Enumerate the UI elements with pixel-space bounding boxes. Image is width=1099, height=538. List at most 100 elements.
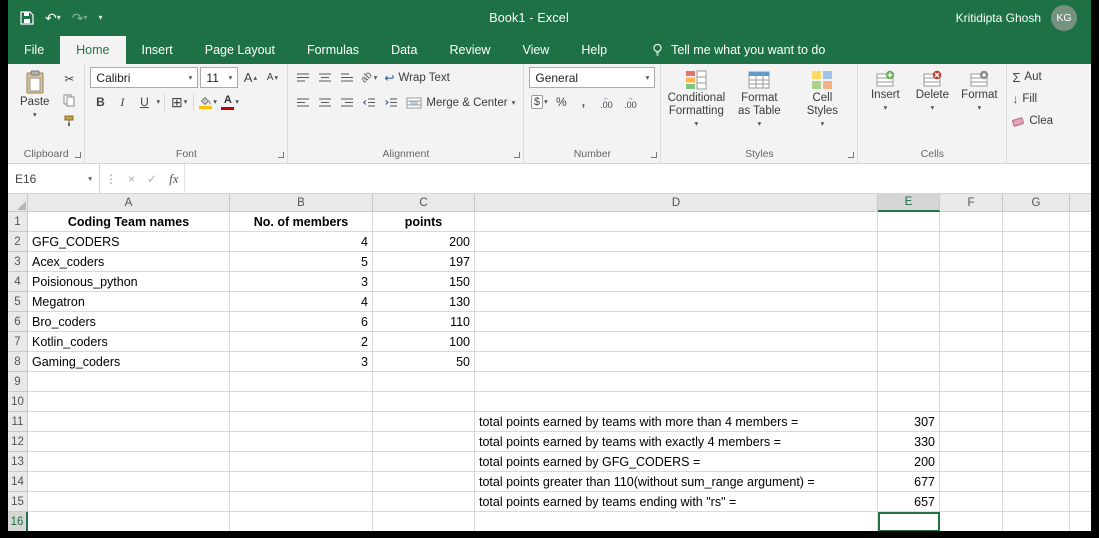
row-header-3[interactable]: 3 <box>8 252 28 272</box>
clipboard-dialog-launcher-icon[interactable] <box>75 152 81 158</box>
cell-styles-button[interactable]: Cell Styles ▾ <box>792 67 852 131</box>
tab-data[interactable]: Data <box>375 36 433 64</box>
percent-style-button[interactable]: % <box>551 92 571 112</box>
middle-align-button[interactable] <box>315 68 335 88</box>
number-format-select[interactable]: General ▾ <box>529 67 655 88</box>
row-header-14[interactable]: 14 <box>8 472 28 492</box>
row-header-13[interactable]: 13 <box>8 452 28 472</box>
cell-C14[interactable] <box>373 472 475 492</box>
cell-D13[interactable]: total points earned by GFG_CODERS = <box>475 452 878 472</box>
cell-C13[interactable] <box>373 452 475 472</box>
cancel-entry-button[interactable]: × <box>122 164 141 193</box>
cell-D14[interactable]: total points greater than 110(without su… <box>475 472 878 492</box>
row-header-16[interactable]: 16 <box>8 512 28 531</box>
cell-C7[interactable]: 100 <box>373 332 475 352</box>
cell-H15[interactable] <box>1070 492 1091 512</box>
cell-F11[interactable] <box>940 412 1003 432</box>
cell-E12[interactable]: 330 <box>878 432 940 452</box>
cell-A2[interactable]: GFG_CODERS <box>28 232 230 252</box>
cell-G13[interactable] <box>1003 452 1070 472</box>
top-align-button[interactable] <box>293 68 313 88</box>
cell-G3[interactable] <box>1003 252 1070 272</box>
decrease-indent-button[interactable] <box>359 93 379 113</box>
cell-H12[interactable] <box>1070 432 1091 452</box>
cell-G12[interactable] <box>1003 432 1070 452</box>
cell-A15[interactable] <box>28 492 230 512</box>
cell-H14[interactable] <box>1070 472 1091 492</box>
row-header-15[interactable]: 15 <box>8 492 28 512</box>
conditional-formatting-button[interactable]: Conditional Formatting ▾ <box>666 67 726 131</box>
cell-H5[interactable] <box>1070 292 1091 312</box>
number-dialog-launcher-icon[interactable] <box>651 152 657 158</box>
tab-view[interactable]: View <box>506 36 565 64</box>
formula-input[interactable] <box>184 164 1091 193</box>
cell-A10[interactable] <box>28 392 230 412</box>
cell-D1[interactable] <box>475 212 878 232</box>
cell-A1[interactable]: Coding Team names <box>28 212 230 232</box>
cell-D2[interactable] <box>475 232 878 252</box>
cell-H4[interactable] <box>1070 272 1091 292</box>
cell-F9[interactable] <box>940 372 1003 392</box>
cell-C12[interactable] <box>373 432 475 452</box>
cell-H16[interactable] <box>1070 512 1091 531</box>
cell-D15[interactable]: total points earned by teams ending with… <box>475 492 878 512</box>
underline-button[interactable]: U <box>134 92 154 112</box>
select-all-corner[interactable] <box>8 194 28 212</box>
cell-E5[interactable] <box>878 292 940 312</box>
cell-H10[interactable] <box>1070 392 1091 412</box>
cell-D8[interactable] <box>475 352 878 372</box>
cell-E15[interactable]: 657 <box>878 492 940 512</box>
row-header-1[interactable]: 1 <box>8 212 28 232</box>
cell-F12[interactable] <box>940 432 1003 452</box>
row-header-10[interactable]: 10 <box>8 392 28 412</box>
tell-me-box[interactable]: Tell me what you want to do <box>651 36 825 64</box>
cell-E16[interactable] <box>878 512 940 531</box>
column-header-G[interactable]: G <box>1003 194 1070 212</box>
cell-E14[interactable]: 677 <box>878 472 940 492</box>
font-size-select[interactable]: 11 ▾ <box>200 67 238 88</box>
cell-B2[interactable]: 4 <box>230 232 373 252</box>
cell-A3[interactable]: Acex_coders <box>28 252 230 272</box>
font-name-select[interactable]: Calibri ▾ <box>90 67 198 88</box>
decrease-decimal-button[interactable]: →.00 <box>619 92 641 112</box>
wrap-text-button[interactable]: ↩ Wrap Text <box>381 67 452 88</box>
cell-F6[interactable] <box>940 312 1003 332</box>
cell-H8[interactable] <box>1070 352 1091 372</box>
cell-C10[interactable] <box>373 392 475 412</box>
tab-review[interactable]: Review <box>433 36 506 64</box>
tab-home[interactable]: Home <box>60 36 125 64</box>
comma-style-button[interactable]: , <box>573 92 593 112</box>
cell-F4[interactable] <box>940 272 1003 292</box>
cell-C16[interactable] <box>373 512 475 531</box>
undo-dropdown-icon[interactable]: ▾ <box>57 14 61 22</box>
cell-E3[interactable] <box>878 252 940 272</box>
column-header-C[interactable]: C <box>373 194 475 212</box>
cell-F7[interactable] <box>940 332 1003 352</box>
cell-G8[interactable] <box>1003 352 1070 372</box>
cell-C2[interactable]: 200 <box>373 232 475 252</box>
cell-B8[interactable]: 3 <box>230 352 373 372</box>
cell-G9[interactable] <box>1003 372 1070 392</box>
increase-indent-button[interactable] <box>381 93 401 113</box>
redo-icon[interactable]: ↷▾ <box>72 11 88 25</box>
cell-G16[interactable] <box>1003 512 1070 531</box>
cell-H9[interactable] <box>1070 372 1091 392</box>
cell-E2[interactable] <box>878 232 940 252</box>
font-color-button[interactable]: A ▾ <box>220 92 240 112</box>
tab-file[interactable]: File <box>8 36 60 64</box>
paste-button[interactable]: Paste ▾ <box>13 67 56 122</box>
cell-G4[interactable] <box>1003 272 1070 292</box>
cell-B16[interactable] <box>230 512 373 531</box>
cell-B10[interactable] <box>230 392 373 412</box>
cell-B13[interactable] <box>230 452 373 472</box>
cell-C1[interactable]: points <box>373 212 475 232</box>
cell-B9[interactable] <box>230 372 373 392</box>
cell-A14[interactable] <box>28 472 230 492</box>
insert-function-button[interactable]: fx <box>163 164 184 193</box>
bold-button[interactable]: B <box>90 92 110 112</box>
increase-decimal-button[interactable]: ←.00 <box>595 92 617 112</box>
cell-B11[interactable] <box>230 412 373 432</box>
row-header-4[interactable]: 4 <box>8 272 28 292</box>
cell-B1[interactable]: No. of members <box>230 212 373 232</box>
paste-dropdown-icon[interactable]: ▾ <box>33 111 37 119</box>
